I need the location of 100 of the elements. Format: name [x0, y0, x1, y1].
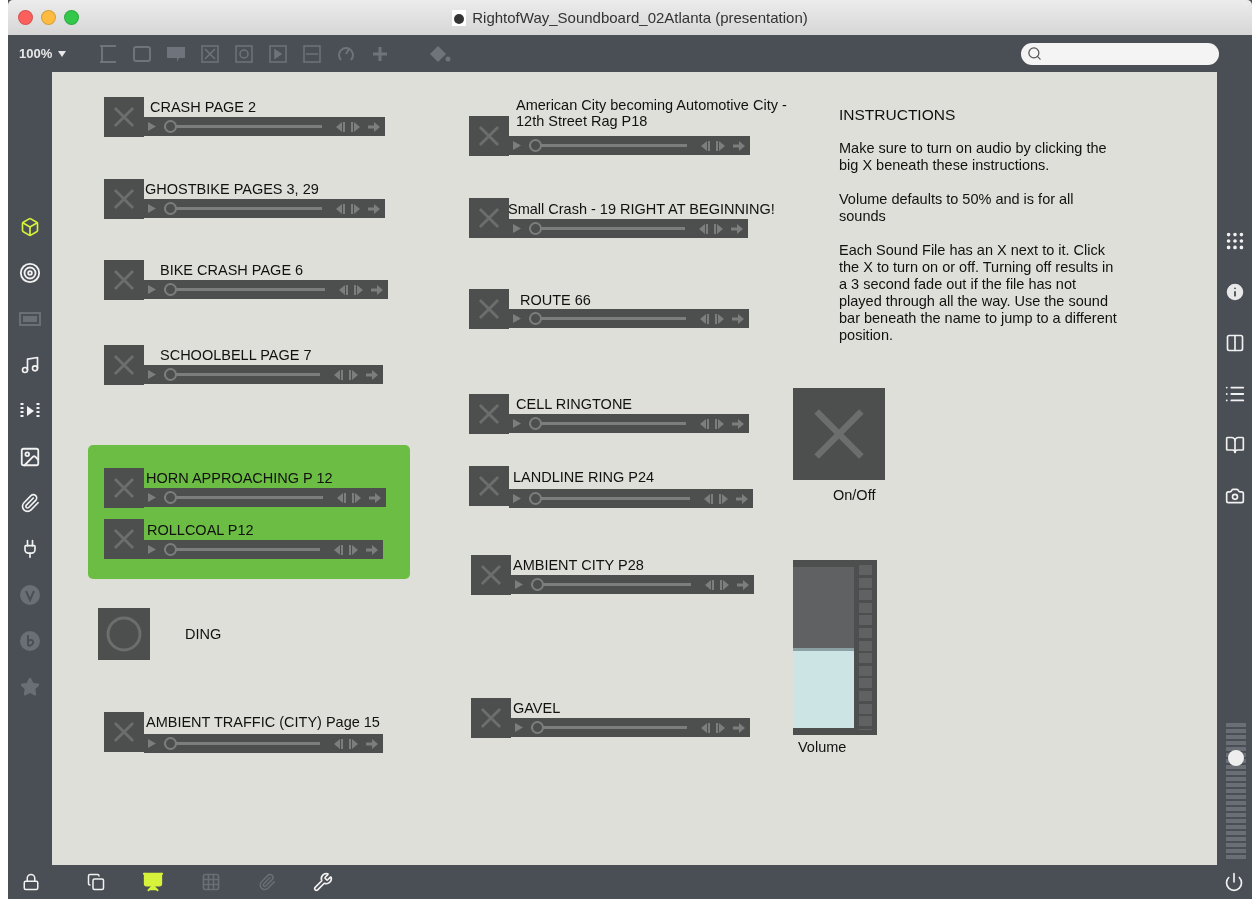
- player-icon[interactable]: [268, 43, 289, 64]
- rewind-icon[interactable]: [336, 121, 346, 132]
- toggle[interactable]: [469, 116, 509, 156]
- forward-icon[interactable]: [714, 418, 724, 429]
- play-icon[interactable]: [513, 419, 521, 428]
- toggle[interactable]: [104, 712, 144, 752]
- toggle[interactable]: [469, 466, 509, 506]
- forward-icon[interactable]: [348, 369, 358, 380]
- arrow-icon[interactable]: [732, 313, 744, 324]
- arrow-icon[interactable]: [369, 492, 381, 503]
- forward-icon[interactable]: [353, 284, 363, 295]
- toggle[interactable]: [469, 394, 509, 434]
- rewind-icon[interactable]: [334, 544, 344, 555]
- arrow-icon[interactable]: [733, 140, 745, 151]
- toggle[interactable]: [104, 519, 144, 559]
- forward-icon[interactable]: [350, 203, 360, 214]
- play-icon[interactable]: [515, 723, 523, 732]
- arrow-icon[interactable]: [737, 579, 749, 590]
- rewind-icon[interactable]: [705, 579, 715, 590]
- seek-slider[interactable]: [529, 312, 686, 325]
- zoom-button[interactable]: [64, 10, 79, 25]
- gain-knob[interactable]: [1228, 750, 1244, 767]
- play-icon[interactable]: [148, 370, 156, 379]
- play-icon[interactable]: [513, 141, 521, 150]
- seek-thumb[interactable]: [529, 222, 542, 235]
- button-icon[interactable]: [234, 43, 255, 64]
- rewind-icon[interactable]: [336, 203, 346, 214]
- seek-slider[interactable]: [529, 492, 690, 505]
- seek-thumb[interactable]: [164, 120, 177, 133]
- seek-slider[interactable]: [531, 578, 691, 591]
- arrow-icon[interactable]: [368, 203, 380, 214]
- seek-slider[interactable]: [164, 543, 320, 556]
- toggle[interactable]: [469, 198, 509, 238]
- toggle[interactable]: [104, 179, 144, 219]
- arrow-icon[interactable]: [731, 223, 743, 234]
- power-icon[interactable]: [1224, 872, 1244, 892]
- arrow-icon[interactable]: [732, 418, 744, 429]
- toggle[interactable]: [104, 260, 144, 300]
- seek-thumb[interactable]: [529, 417, 542, 430]
- seek-thumb[interactable]: [164, 491, 177, 504]
- seek-slider[interactable]: [164, 737, 320, 750]
- toggle-icon[interactable]: [200, 43, 221, 64]
- forward-icon[interactable]: [718, 493, 728, 504]
- forward-icon[interactable]: [348, 544, 358, 555]
- seek-thumb[interactable]: [164, 368, 177, 381]
- seek-thumb[interactable]: [164, 283, 177, 296]
- seek-slider[interactable]: [164, 120, 322, 133]
- rewind-icon[interactable]: [339, 284, 349, 295]
- play-icon[interactable]: [148, 122, 156, 131]
- seek-slider[interactable]: [531, 721, 687, 734]
- forward-icon[interactable]: [714, 313, 724, 324]
- rewind-icon[interactable]: [334, 369, 344, 380]
- seek-thumb[interactable]: [531, 721, 544, 734]
- minimize-button[interactable]: [41, 10, 56, 25]
- seek-thumb[interactable]: [529, 492, 542, 505]
- seek-slider[interactable]: [164, 202, 322, 215]
- volume-slider[interactable]: [793, 560, 877, 735]
- seek-thumb[interactable]: [531, 578, 544, 591]
- play-icon[interactable]: [148, 739, 156, 748]
- toggle[interactable]: [104, 97, 144, 137]
- play-icon[interactable]: [148, 204, 156, 213]
- arrow-icon[interactable]: [733, 722, 745, 733]
- rewind-icon[interactable]: [700, 313, 710, 324]
- play-icon[interactable]: [148, 545, 156, 554]
- play-icon[interactable]: [513, 224, 521, 233]
- settings-icon[interactable]: [313, 872, 333, 892]
- seek-thumb[interactable]: [164, 202, 177, 215]
- rewind-icon[interactable]: [699, 223, 709, 234]
- seek-slider[interactable]: [529, 222, 685, 235]
- rewind-icon[interactable]: [337, 492, 347, 503]
- arrow-icon[interactable]: [366, 369, 378, 380]
- seek-thumb[interactable]: [529, 139, 542, 152]
- paint-bucket-icon[interactable]: [429, 43, 452, 64]
- seek-slider[interactable]: [529, 139, 687, 152]
- seek-thumb[interactable]: [529, 312, 542, 325]
- arrow-icon[interactable]: [371, 284, 383, 295]
- toggle[interactable]: [471, 555, 511, 595]
- play-icon[interactable]: [515, 580, 523, 589]
- toggle[interactable]: [104, 345, 144, 385]
- rewind-icon[interactable]: [700, 418, 710, 429]
- close-button[interactable]: [18, 10, 33, 25]
- toggle[interactable]: [104, 468, 144, 508]
- arrow-icon[interactable]: [368, 121, 380, 132]
- master-toggle[interactable]: [793, 388, 885, 480]
- forward-icon[interactable]: [350, 121, 360, 132]
- slider-icon[interactable]: [302, 43, 323, 64]
- forward-icon[interactable]: [713, 223, 723, 234]
- arrow-icon[interactable]: [366, 738, 378, 749]
- play-icon[interactable]: [148, 285, 156, 294]
- forward-icon[interactable]: [351, 492, 361, 503]
- play-icon[interactable]: [513, 314, 521, 323]
- rewind-icon[interactable]: [701, 140, 711, 151]
- seek-slider[interactable]: [164, 283, 325, 296]
- bang-button[interactable]: [98, 608, 150, 660]
- zoom-dropdown[interactable]: 100%: [19, 46, 67, 61]
- search-field[interactable]: [1021, 42, 1219, 65]
- forward-icon[interactable]: [715, 140, 725, 151]
- forward-icon[interactable]: [348, 738, 358, 749]
- arrow-icon[interactable]: [736, 493, 748, 504]
- forward-icon[interactable]: [719, 579, 729, 590]
